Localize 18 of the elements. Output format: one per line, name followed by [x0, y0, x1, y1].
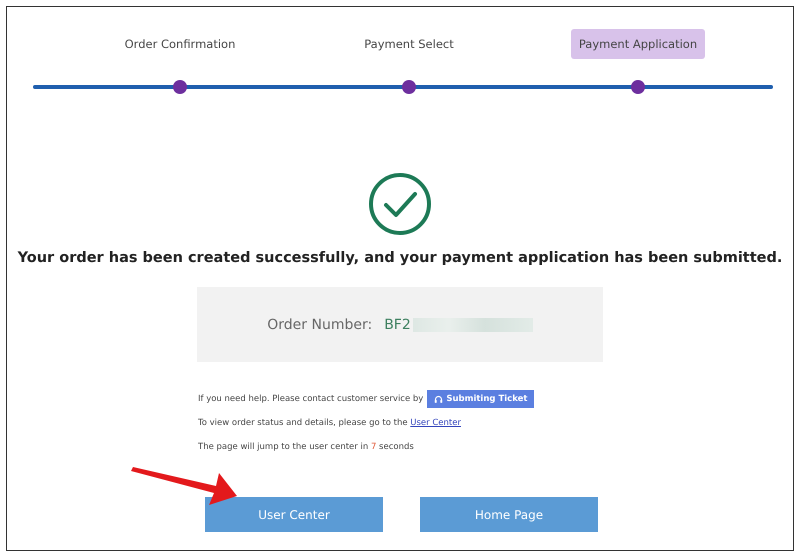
status-text: To view order status and details, please go to the User Center — [198, 418, 461, 428]
help-text: If you need help. Please contact customer service by — [198, 394, 424, 404]
order-number-label: Order Number: — [267, 316, 372, 332]
redirect-text: The page will jump to the user center in 7 seconds — [198, 442, 414, 452]
step-label: Order Confirmation — [124, 36, 236, 53]
ticket-button[interactable]: Submiting Ticket — [427, 390, 534, 408]
nav-button[interactable]: User Center — [205, 497, 383, 532]
order-number-value: BF2 — [384, 316, 411, 332]
step-label: Payment Select — [363, 36, 455, 53]
step-label: Payment Application — [570, 29, 706, 59]
success-message: Your order has been created successfully, and your payment application has been submitted. — [16, 250, 784, 266]
check-circle-icon — [368, 172, 432, 236]
step-dot — [631, 80, 645, 94]
headset-icon — [434, 394, 444, 404]
user-center-link[interactable]: User Center — [410, 418, 461, 428]
nav-button[interactable]: Home Page — [420, 497, 598, 532]
step-dot — [173, 80, 187, 94]
step-dot — [402, 80, 416, 94]
